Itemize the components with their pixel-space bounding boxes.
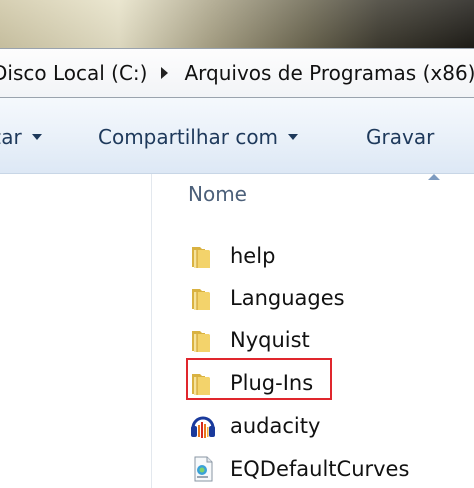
sort-ascending-icon bbox=[428, 174, 440, 180]
breadcrumb-local-disk[interactable]: Disco Local (C:) bbox=[0, 61, 153, 85]
file-row-nyquist[interactable]: Nyquist bbox=[188, 322, 310, 358]
selection-highlight bbox=[186, 358, 332, 400]
file-row-audacity[interactable]: audacity bbox=[188, 408, 320, 444]
file-list: Nome help Languages Nyquist Plug-Ins aud… bbox=[152, 174, 474, 488]
file-name: Nyquist bbox=[230, 328, 310, 352]
file-row-eqdefaultcurves[interactable]: EQDefaultCurves bbox=[188, 451, 409, 487]
navigation-pane[interactable] bbox=[0, 174, 152, 488]
share-with-label: Compartilhar com bbox=[98, 125, 279, 149]
burn-button[interactable]: Gravar bbox=[366, 125, 434, 149]
folder-icon bbox=[188, 325, 218, 355]
explorer-window: Disco Local (C:) Arquivos de Programas (… bbox=[0, 0, 474, 488]
xml-document-icon bbox=[188, 454, 218, 484]
file-name: help bbox=[230, 244, 276, 268]
command-bar: Organizar Compartilhar com Gravar bbox=[0, 98, 474, 174]
file-row-help[interactable]: help bbox=[188, 238, 275, 274]
folder-icon bbox=[188, 283, 218, 313]
organize-label: Organizar bbox=[0, 125, 22, 149]
folder-icon bbox=[188, 241, 218, 271]
file-name: Languages bbox=[230, 286, 345, 310]
organize-button[interactable]: Organizar bbox=[0, 125, 42, 149]
file-name: EQDefaultCurves bbox=[230, 457, 410, 481]
address-bar[interactable]: Disco Local (C:) Arquivos de Programas (… bbox=[0, 48, 474, 98]
audacity-icon bbox=[188, 411, 218, 441]
chevron-down-icon bbox=[288, 134, 299, 140]
window-frame-background bbox=[0, 0, 474, 48]
share-with-button[interactable]: Compartilhar com bbox=[98, 125, 299, 149]
burn-label: Gravar bbox=[366, 125, 435, 149]
breadcrumb-arrow-icon[interactable] bbox=[161, 67, 169, 79]
column-header-name[interactable]: Nome bbox=[188, 182, 247, 206]
breadcrumb-program-files[interactable]: Arquivos de Programas (x86) bbox=[178, 61, 474, 85]
chevron-down-icon bbox=[31, 134, 42, 140]
file-name: audacity bbox=[230, 414, 321, 438]
file-row-languages[interactable]: Languages bbox=[188, 280, 345, 316]
